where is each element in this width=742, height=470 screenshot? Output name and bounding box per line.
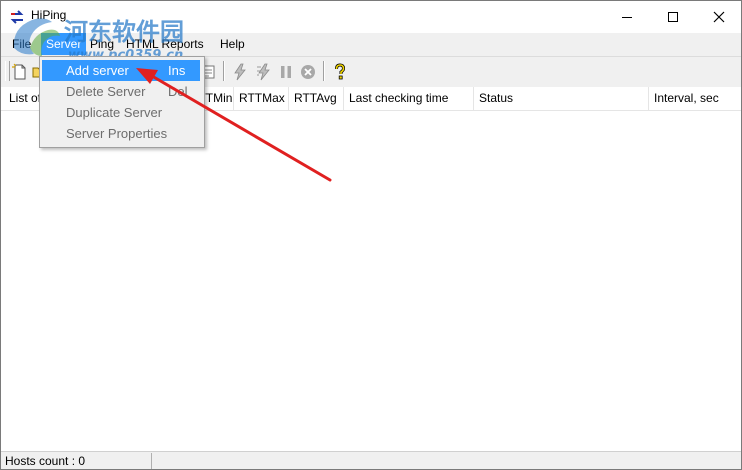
column-header-list-of[interactable]: List of xyxy=(5,87,41,110)
menu-item-shortcut: Ins xyxy=(168,63,186,78)
column-header-last-checking-time[interactable]: Last checking time xyxy=(344,87,474,110)
menu-server[interactable]: Server xyxy=(41,33,87,55)
ping-icon[interactable] xyxy=(231,63,249,81)
column-header-interval[interactable]: Interval, sec xyxy=(649,87,741,110)
menu-item-label: Add server xyxy=(66,63,129,78)
toolbar-grip xyxy=(5,61,10,81)
server-list[interactable] xyxy=(1,111,741,451)
toolbar-separator xyxy=(223,61,225,81)
pause-icon[interactable] xyxy=(277,63,295,81)
app-icon xyxy=(10,10,24,24)
hosts-count: Hosts count : 0 xyxy=(5,454,86,468)
close-icon xyxy=(713,11,725,22)
maximize-icon xyxy=(668,11,678,22)
server-menu-dropdown: Add server Ins Delete Server Del Duplica… xyxy=(39,56,205,148)
menu-item-add-server[interactable]: Add server Ins xyxy=(42,60,200,81)
status-bar: Hosts count : 0 xyxy=(1,451,741,469)
menu-file[interactable]: File xyxy=(9,33,34,55)
minimize-icon xyxy=(622,16,632,18)
new-icon[interactable] xyxy=(11,63,29,81)
window-title: HiPing xyxy=(31,8,67,22)
column-header-rttmax[interactable]: RTTMax xyxy=(234,87,289,110)
menu-bar: File Server Ping HTML Reports Help xyxy=(1,33,741,56)
menu-item-label: Duplicate Server xyxy=(66,105,163,120)
status-divider xyxy=(151,453,152,469)
ping-all-icon[interactable] xyxy=(255,63,273,81)
help-icon[interactable] xyxy=(331,63,349,81)
column-header-status[interactable]: Status xyxy=(474,87,649,110)
stop-icon[interactable] xyxy=(299,63,317,81)
title-bar: HiPing xyxy=(1,1,741,32)
column-header-rttavg[interactable]: RTTAvg xyxy=(289,87,344,110)
menu-ping[interactable]: Ping xyxy=(87,33,117,55)
minimize-button[interactable] xyxy=(604,1,650,32)
menu-html-reports[interactable]: HTML Reports xyxy=(123,33,207,55)
menu-help[interactable]: Help xyxy=(217,33,248,55)
app-window: HiPing File Server Ping HTML Reports Hel… xyxy=(0,0,742,470)
close-button[interactable] xyxy=(696,1,741,32)
toolbar-separator xyxy=(323,61,325,81)
maximize-button[interactable] xyxy=(650,1,696,32)
menu-item-shortcut: Del xyxy=(168,84,188,99)
menu-item-label: Delete Server xyxy=(66,84,146,99)
menu-item-duplicate-server[interactable]: Duplicate Server xyxy=(42,102,200,123)
menu-item-delete-server[interactable]: Delete Server Del xyxy=(42,81,200,102)
menu-item-label: Server Properties xyxy=(66,126,168,141)
menu-item-server-properties[interactable]: Server Properties xyxy=(42,123,200,144)
